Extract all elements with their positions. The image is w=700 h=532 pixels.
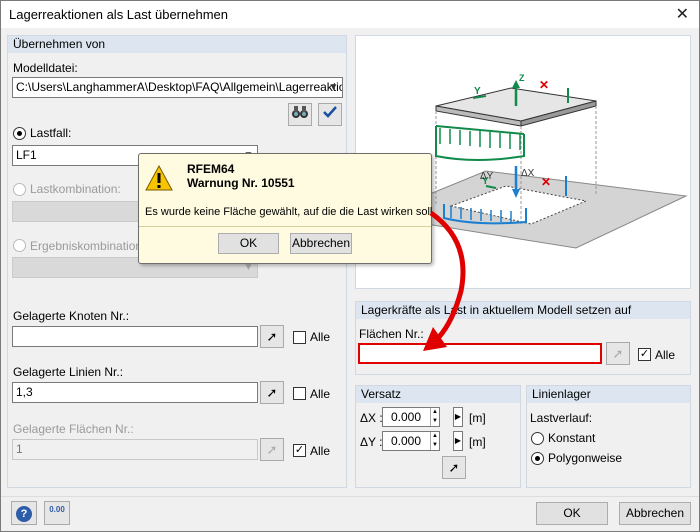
dy-label: ΔY : xyxy=(360,435,383,449)
surfaces-input[interactable]: 1 xyxy=(12,439,258,460)
surfaces-all-checkbox[interactable]: ✓ xyxy=(293,444,306,457)
offset-group-title: Versatz xyxy=(356,386,520,403)
cursor-pick-icon: ➚ xyxy=(266,385,278,400)
loadcase-radio[interactable] xyxy=(13,127,26,140)
lines-label: Gelagerte Linien Nr.: xyxy=(13,365,124,379)
dy-value: 0.000 xyxy=(390,434,421,448)
resultcombo-radio[interactable] xyxy=(13,239,26,252)
source-group-title: Übernehmen von xyxy=(8,36,346,53)
load-dist-label: Lastverlauf: xyxy=(530,411,593,425)
loadcase-value: LF1 xyxy=(16,148,37,162)
warning-ok-button[interactable]: OK xyxy=(218,233,279,254)
dy-unit: [m] xyxy=(469,435,486,449)
warning-app: RFEM64 xyxy=(187,162,235,176)
red-arrow-annotation xyxy=(423,210,466,351)
polygonal-label: Polygonweise xyxy=(548,451,623,465)
dx-unit: [m] xyxy=(469,411,486,425)
help-icon: ? xyxy=(16,506,32,522)
nodes-all-checkbox[interactable] xyxy=(293,331,306,344)
cursor-pick-icon: ➚ xyxy=(448,460,460,475)
open-model-button[interactable] xyxy=(288,103,312,126)
warning-number: Warnung Nr. 10551 xyxy=(187,176,295,190)
target-all-checkbox[interactable]: ✓ xyxy=(638,348,651,361)
diagram-z-label: Z xyxy=(519,73,525,83)
constant-label: Konstant xyxy=(548,431,596,445)
lines-all-label: Alle xyxy=(310,387,331,401)
model-file-select[interactable]: C:\Users\LanghammerA\Desktop\FAQ\Allgeme… xyxy=(12,77,343,98)
pick-offset-button[interactable]: ➚ xyxy=(442,456,466,479)
calculator-button[interactable]: 0.00 xyxy=(44,501,70,525)
help-button[interactable]: ? xyxy=(11,501,37,525)
cancel-button[interactable]: Abbrechen xyxy=(619,502,691,525)
title-bar: Lagerreaktionen als Last übernehmen ✕ xyxy=(1,1,699,28)
nodes-label: Gelagerte Knoten Nr.: xyxy=(13,309,130,323)
loadcase-label: Lastfall: xyxy=(30,126,72,140)
dx-step-button[interactable]: ▶ xyxy=(453,407,463,427)
spin-arrows-icon[interactable]: ▲ ▼ xyxy=(430,408,439,426)
warning-message: RFEM64 Warnung Nr. 10551 Es wurde keine … xyxy=(138,153,436,264)
dy-step-button[interactable]: ▶ xyxy=(453,431,463,451)
surfaces-label: Gelagerte Flächen Nr.: xyxy=(13,422,134,436)
svg-text:✕: ✕ xyxy=(541,175,551,189)
warning-icon xyxy=(145,165,173,191)
pick-surfaces-button[interactable]: ➚ xyxy=(260,438,284,461)
cursor-pick-icon: ➚ xyxy=(612,346,624,361)
nodes-all-label: Alle xyxy=(310,330,331,344)
pick-lines-button[interactable]: ➚ xyxy=(260,381,284,404)
pick-nodes-button[interactable]: ➚ xyxy=(260,325,284,348)
binoculars-icon xyxy=(292,106,308,118)
confirm-model-button[interactable] xyxy=(318,103,342,126)
model-file-value: C:\Users\LanghammerA\Desktop\FAQ\Allgeme… xyxy=(16,80,343,94)
loadcombo-radio[interactable] xyxy=(13,183,26,196)
polygonal-radio[interactable] xyxy=(531,452,544,465)
lines-input[interactable]: 1,3 xyxy=(12,382,258,403)
diagram-y-label: Y xyxy=(474,86,481,97)
warning-cancel-button[interactable]: Abbrechen xyxy=(290,233,352,254)
diagram-dx-label: ΔX xyxy=(521,168,535,179)
spin-arrows-icon[interactable]: ▲ ▼ xyxy=(430,432,439,450)
checkmark-icon xyxy=(323,106,337,118)
cursor-pick-icon: ➚ xyxy=(266,442,278,457)
dx-value: 0.000 xyxy=(390,410,421,424)
ok-button[interactable]: OK xyxy=(536,502,608,525)
footer-divider xyxy=(1,496,699,497)
pick-target-surfaces-button[interactable]: ➚ xyxy=(606,342,630,365)
constant-radio[interactable] xyxy=(531,432,544,445)
dy-input[interactable]: 0.000 ▲ ▼ xyxy=(382,431,440,451)
line-support-title: Linienlager xyxy=(527,386,690,403)
svg-text:✕: ✕ xyxy=(539,78,549,92)
lines-all-checkbox[interactable] xyxy=(293,387,306,400)
dialog-window: Lagerreaktionen als Last übernehmen ✕ Üb… xyxy=(0,0,700,532)
target-all-label: Alle xyxy=(655,348,676,362)
dx-input[interactable]: 0.000 ▲ ▼ xyxy=(382,407,440,427)
close-icon[interactable]: ✕ xyxy=(676,4,689,24)
resultcombo-label: Ergebniskombination: xyxy=(30,239,146,253)
chevron-down-icon[interactable]: ▼ xyxy=(325,78,342,97)
surfaces-all-label: Alle xyxy=(310,444,331,458)
warning-text: Es wurde keine Fläche gewählt, auf die d… xyxy=(145,206,436,218)
model-file-label: Modelldatei: xyxy=(13,61,78,75)
cursor-pick-icon: ➚ xyxy=(266,329,278,344)
diagram-dy-label: ΔY xyxy=(480,171,494,182)
calculator-icon: 0.00 xyxy=(49,505,65,514)
window-title: Lagerreaktionen als Last übernehmen xyxy=(9,7,228,22)
loadcombo-label: Lastkombination: xyxy=(30,182,121,196)
divider xyxy=(139,226,431,227)
dx-label: ΔX : xyxy=(360,411,383,425)
nodes-input[interactable] xyxy=(12,326,258,347)
